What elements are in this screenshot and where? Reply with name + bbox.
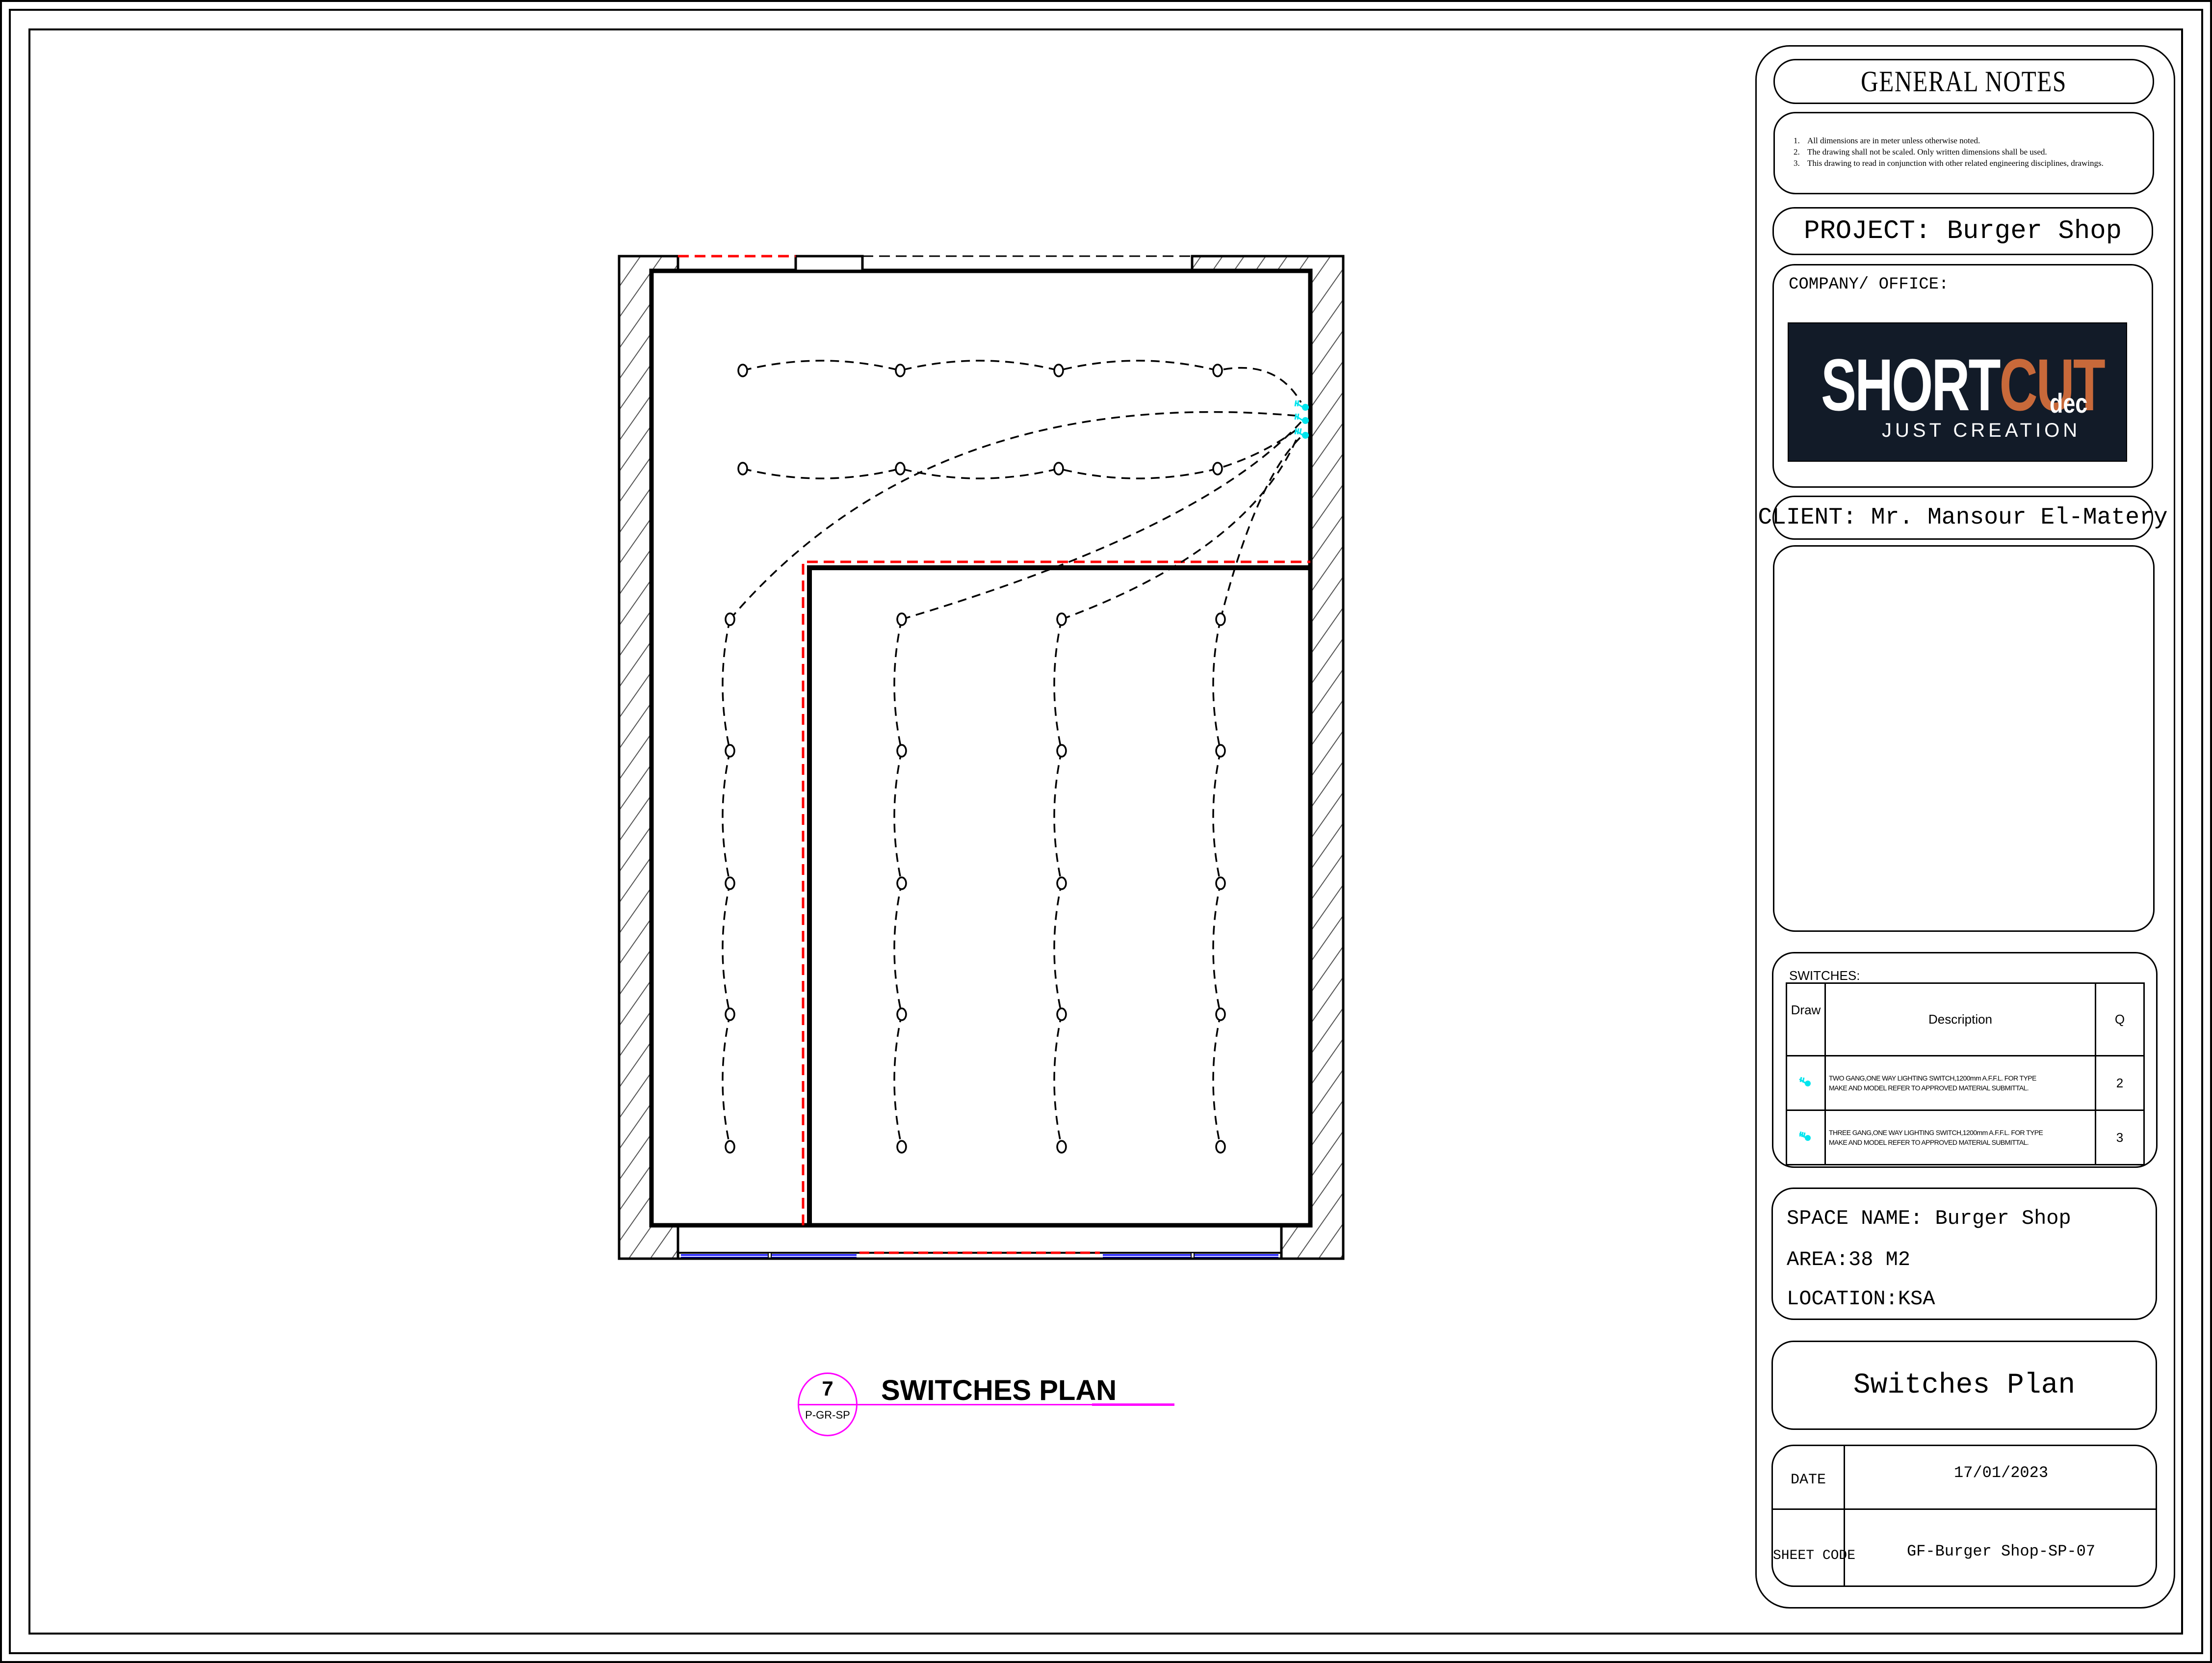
light-fixture-icon xyxy=(895,364,906,377)
switch-qty: 3 xyxy=(2095,1109,2145,1165)
date-label: DATE xyxy=(1790,1472,1826,1488)
general-note: 1. All dimensions are in meter unless oth… xyxy=(1794,136,1980,145)
table-row: TWO GANG,ONE WAY LIGHTING SWITCH,1200mm … xyxy=(1786,1055,2145,1111)
light-fixture-icon xyxy=(725,876,735,890)
header-draw: Draw xyxy=(1786,982,1826,1056)
light-fixture-icon xyxy=(1215,612,1226,626)
header-description: Description xyxy=(1824,982,2096,1056)
home-run xyxy=(1061,434,1300,620)
drawing-title: SWITCHES PLAN xyxy=(881,1374,1117,1406)
light-fixture-icon xyxy=(1215,744,1226,758)
light-fixture-icon xyxy=(896,612,907,626)
three-gang-switch-icon xyxy=(1294,428,1309,439)
switches-table: Draw Description Q TWO GANG,ONE WAY LIGH… xyxy=(1786,982,2145,1165)
space-info: SPACE NAME: Burger Shop AREA:38 M2 LOCAT… xyxy=(1771,1188,2157,1320)
light-fixture-icon xyxy=(1212,364,1223,377)
three-gang-switch-icon xyxy=(1786,1109,1826,1165)
light-fixture-icon xyxy=(725,1007,735,1021)
home-run xyxy=(901,421,1302,620)
light-fixture-icon xyxy=(1056,1007,1067,1021)
general-note: 2. The drawing shall not be scaled. Only … xyxy=(1794,147,2047,157)
home-run xyxy=(729,411,1301,620)
table-header-row: Draw Description Q xyxy=(1786,982,2145,1056)
light-fixture-icon xyxy=(895,462,906,475)
interior-partition xyxy=(802,560,1310,1225)
light-fixture-icon xyxy=(1212,462,1223,475)
date-value: 17/01/2023 xyxy=(1953,1464,2049,1482)
storefront-glazing xyxy=(619,1225,1343,1260)
light-fixture-icon xyxy=(896,744,907,758)
light-fixture-icon xyxy=(896,1007,907,1021)
light-fixture-icon xyxy=(896,876,907,890)
light-fixture-icon xyxy=(1053,364,1064,377)
switches-legend: SWITCHES: Draw Description Q TWO GANG,ON… xyxy=(1772,952,2158,1168)
light-fixture-icon xyxy=(725,612,735,626)
general-note: 3. This drawing to read in conjunction wi… xyxy=(1794,158,2104,168)
left-wall xyxy=(618,255,679,1260)
wall-switches xyxy=(1294,400,1309,439)
drawing-sheet-ref: P-GR-SP xyxy=(805,1409,850,1421)
company-box: COMPANY/ OFFICE: SHORTCUT dec JUST CREAT… xyxy=(1772,264,2153,488)
two-gang-switch-icon xyxy=(1786,1055,1826,1111)
space-area: AREA:38 M2 xyxy=(1787,1248,1911,1271)
light-fixture-icon xyxy=(896,1140,907,1154)
two-gang-switch-icon xyxy=(1294,413,1309,424)
switches-legend-label: SWITCHES: xyxy=(1789,968,1860,983)
logo-tagline: JUST CREATION xyxy=(1882,420,2081,441)
logo-suffix: dec xyxy=(2050,388,2088,419)
light-fixture-icon xyxy=(737,364,748,377)
partition-wall xyxy=(807,565,1310,1225)
general-notes-box: 1. All dimensions are in meter unless oth… xyxy=(1773,112,2154,194)
sheet-title: Switches Plan xyxy=(1771,1341,2157,1430)
general-notes-header: GENERAL NOTES xyxy=(1773,59,2154,104)
header-qty: Q xyxy=(2095,982,2145,1056)
drawing-number: 7 xyxy=(822,1377,833,1400)
home-run xyxy=(1220,436,1302,620)
meta-divider-horizontal xyxy=(1773,1508,2156,1510)
light-fixtures xyxy=(725,364,1226,1154)
general-notes-title: GENERAL NOTES xyxy=(1861,65,2067,98)
light-fixture-icon xyxy=(725,1140,735,1154)
light-fixture-icon xyxy=(1056,612,1067,626)
light-fixture-icon xyxy=(1056,876,1067,890)
inner-wall-outline xyxy=(649,268,1313,1228)
sheet-code-label: SHEET CODE xyxy=(1773,1548,1856,1563)
space-name: SPACE NAME: Burger Shop xyxy=(1787,1207,2071,1230)
table-row: THREE GANG,ONE WAY LIGHTING SWITCH,1200m… xyxy=(1786,1109,2145,1165)
general-notes-list: 1. All dimensions are in meter unless oth… xyxy=(1786,135,2104,169)
light-fixture-icon xyxy=(1056,1140,1067,1154)
light-fixture-icon xyxy=(1056,744,1067,758)
blank-panel xyxy=(1773,545,2155,932)
light-fixture-icon xyxy=(725,744,735,758)
switch-description: TWO GANG,ONE WAY LIGHTING SWITCH,1200mm … xyxy=(1824,1055,2096,1111)
project-name: PROJECT: Burger Shop xyxy=(1772,207,2153,255)
light-fixture-icon xyxy=(1215,876,1226,890)
light-fixture-icon xyxy=(1215,1140,1226,1154)
top-door-jamb xyxy=(794,255,864,272)
light-fixture-icon xyxy=(1053,462,1064,475)
light-fixture-icon xyxy=(1215,1007,1226,1021)
light-fixture-icon xyxy=(737,462,748,475)
client-name: CLIENT: Mr. Mansour El-Matery xyxy=(1758,496,2168,540)
company-logo: SHORTCUT dec JUST CREATION xyxy=(1788,322,2127,462)
two-gang-switch-icon xyxy=(1294,400,1309,411)
sheet-code-value: GF-Burger Shop-SP-07 xyxy=(1906,1542,2096,1560)
space-location: LOCATION:KSA xyxy=(1787,1287,1935,1311)
switch-description: THREE GANG,ONE WAY LIGHTING SWITCH,1200m… xyxy=(1824,1109,2096,1165)
partition-hidden-line xyxy=(802,560,1310,1225)
switch-qty: 2 xyxy=(2095,1055,2145,1111)
sheet-meta: DATE 17/01/2023 SHEET CODE GF-Burger Sho… xyxy=(1771,1445,2157,1587)
company-label: COMPANY/ OFFICE: xyxy=(1789,275,1949,294)
